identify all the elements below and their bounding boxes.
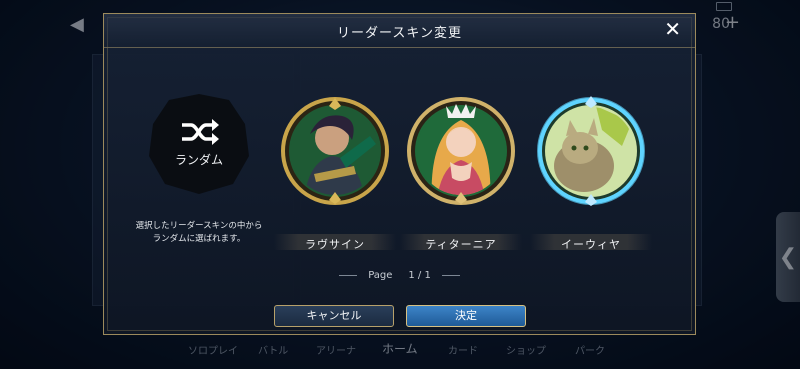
random-skin-label: ランダム xyxy=(174,153,223,167)
shuffle-icon xyxy=(182,119,219,145)
pager-divider-left xyxy=(339,274,357,276)
modal-header: リーダースキン変更 ✕ xyxy=(104,14,695,48)
skin-name-eewiya: イーウィヤ xyxy=(561,238,621,251)
random-skin-description: 選択したリーダースキンの中から ランダムに選ばれます。 xyxy=(134,220,264,246)
pager: Page 1 / 1 xyxy=(104,270,695,281)
skin-name-titania: ティターニア xyxy=(425,238,497,251)
skin-portrait-titania xyxy=(407,97,515,205)
pager-divider-right xyxy=(442,274,460,276)
skin-portrait-lovesign xyxy=(281,97,389,205)
close-icon[interactable]: ✕ xyxy=(664,18,681,40)
pager-current: 1 xyxy=(408,270,415,281)
pager-separator: / xyxy=(417,270,422,281)
cancel-button[interactable]: キャンセル xyxy=(274,305,394,327)
confirm-button[interactable]: 決定 xyxy=(406,305,526,327)
skin-portrait-eewiya xyxy=(537,96,645,206)
skin-card-lovesign[interactable]: ラヴサイン xyxy=(274,94,396,254)
leader-skin-modal: リーダースキン変更 ✕ ランダム 選択したリーダースキンの中から ランダムに選ば… xyxy=(103,13,696,335)
skin-card-titania[interactable]: ティターニア xyxy=(400,94,522,254)
skin-card-eewiya[interactable]: イーウィヤ xyxy=(530,94,652,254)
random-desc-line1: 選択したリーダースキンの中から xyxy=(135,221,263,231)
skin-name-lovesign: ラヴサイン xyxy=(305,238,365,251)
random-desc-line2: ランダムに選ばれます。 xyxy=(152,234,246,244)
modal-title: リーダースキン変更 xyxy=(337,26,462,41)
pager-label: Page xyxy=(368,270,393,281)
pager-total: 1 xyxy=(424,270,431,281)
